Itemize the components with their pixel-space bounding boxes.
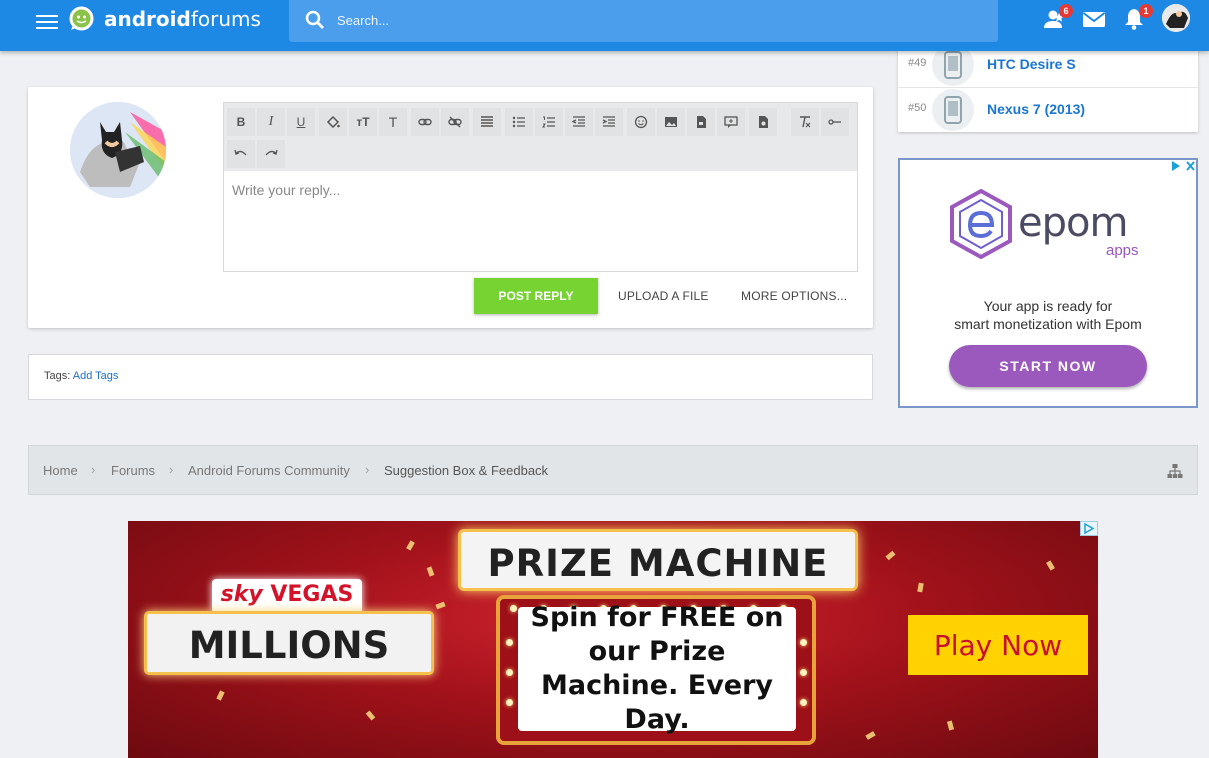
menu-icon[interactable]: [36, 12, 58, 32]
site-logo[interactable]: androidforums: [104, 7, 261, 31]
smilie-icon[interactable]: [627, 108, 655, 136]
link-icon[interactable]: [411, 108, 439, 136]
device-ranking-list: #49 HTC Desire S #50 Nexus 7 (2013): [898, 42, 1198, 132]
friends-icon[interactable]: 6: [1041, 4, 1073, 32]
sky-word: sky: [220, 582, 263, 607]
redo-icon[interactable]: [257, 140, 285, 168]
adchoices-icon[interactable]: [1080, 521, 1098, 536]
adchoices-icon[interactable]: [1170, 159, 1197, 173]
alerts-badge: 1: [1139, 4, 1153, 18]
italic-icon[interactable]: I: [257, 108, 285, 136]
media-icon[interactable]: [687, 108, 715, 136]
text-style-icon[interactable]: T: [379, 108, 407, 136]
start-now-button[interactable]: START NOW: [949, 345, 1147, 387]
bell-icon[interactable]: 1: [1121, 4, 1153, 32]
breadcrumb-community[interactable]: Android Forums Community: [188, 463, 350, 478]
top-header: androidforums 6 1: [0, 0, 1209, 51]
breadcrumb-forums[interactable]: Forums: [111, 463, 155, 478]
epom-tagline-line1: Your app is ready for: [983, 298, 1113, 314]
add-tags-link[interactable]: Add Tags: [73, 370, 119, 382]
epom-brand: epom: [1018, 200, 1128, 246]
phone-icon: [932, 89, 974, 131]
editor-toolbar: B I U тТ T: [224, 103, 857, 171]
numbered-list-icon[interactable]: [535, 108, 563, 136]
indent-icon[interactable]: [595, 108, 623, 136]
breadcrumb-current[interactable]: Suggestion Box & Feedback: [384, 463, 548, 478]
sky-vegas-logo: sky VEGAS: [212, 582, 362, 607]
sky-vegas-sign: sky VEGAS: [212, 579, 362, 613]
more-options-icon[interactable]: [821, 108, 849, 136]
user-avatar[interactable]: [1162, 4, 1190, 32]
outdent-icon[interactable]: [565, 108, 593, 136]
chevron-right-icon: ›: [169, 462, 174, 477]
sky-vegas-ad[interactable]: PRIZE MACHINE Spin for FREE on our Prize…: [128, 521, 1098, 758]
reply-card: B I U тТ T POST REPLY UPLOAD A FILE MO: [28, 87, 873, 328]
friends-badge: 6: [1059, 4, 1073, 18]
underline-icon[interactable]: U: [287, 108, 315, 136]
breadcrumb: Home › Forums › Android Forums Community…: [28, 445, 1198, 495]
mail-icon[interactable]: [1081, 6, 1107, 32]
device-rank: #50: [908, 102, 927, 114]
search-icon[interactable]: [305, 10, 325, 30]
reply-editor: B I U тТ T: [223, 102, 858, 272]
unlink-icon[interactable]: [441, 108, 469, 136]
android-logo-icon[interactable]: [68, 5, 95, 32]
millions-text: MILLIONS: [188, 624, 390, 667]
bullet-list-icon[interactable]: [505, 108, 533, 136]
vegas-word: VEGAS: [270, 582, 354, 607]
align-icon[interactable]: [473, 108, 501, 136]
remove-format-icon[interactable]: [791, 108, 819, 136]
prize-machine-sign: PRIZE MACHINE: [458, 529, 858, 591]
epom-apps: apps: [1106, 242, 1139, 259]
device-name[interactable]: Nexus 7 (2013): [987, 101, 1085, 117]
device-name[interactable]: HTC Desire S: [987, 56, 1076, 72]
reply-textarea[interactable]: [224, 172, 857, 271]
prize-machine-text: PRIZE MACHINE: [487, 542, 829, 585]
breadcrumb-home[interactable]: Home: [43, 463, 78, 478]
tags-bar: Tags: Add Tags: [28, 354, 873, 400]
quote-icon[interactable]: [717, 108, 745, 136]
play-now-button[interactable]: Play Now: [908, 615, 1088, 675]
search-bar: [289, 0, 998, 42]
epom-tagline-line2: smart monetization with Epom: [954, 316, 1142, 332]
device-rank: #49: [908, 57, 927, 69]
bold-icon[interactable]: B: [227, 108, 255, 136]
avatar: [70, 102, 166, 198]
undo-icon[interactable]: [227, 140, 255, 168]
font-size-icon[interactable]: тТ: [349, 108, 377, 136]
logo-forums: forums: [190, 7, 261, 31]
text-color-icon[interactable]: [319, 108, 347, 136]
millions-sign: MILLIONS: [144, 611, 434, 675]
logo-android: android: [104, 7, 191, 31]
sitemap-icon[interactable]: [1167, 463, 1183, 479]
tags-label: Tags:: [44, 370, 71, 382]
epom-tagline: Your app is ready for smart monetization…: [900, 297, 1196, 333]
more-options-button[interactable]: MORE OPTIONS...: [741, 278, 847, 314]
spoiler-icon[interactable]: [749, 108, 777, 136]
image-icon[interactable]: [657, 108, 685, 136]
post-reply-button[interactable]: POST REPLY: [474, 278, 598, 314]
upload-file-button[interactable]: UPLOAD A FILE: [618, 278, 709, 314]
chevron-right-icon: ›: [365, 462, 370, 477]
list-item[interactable]: #50 Nexus 7 (2013): [898, 87, 1198, 132]
epom-logo-icon: [950, 188, 1012, 260]
spin-message: Spin for FREE on our Prize Machine. Ever…: [518, 602, 796, 735]
chevron-right-icon: ›: [91, 462, 96, 477]
search-input[interactable]: [337, 10, 957, 30]
